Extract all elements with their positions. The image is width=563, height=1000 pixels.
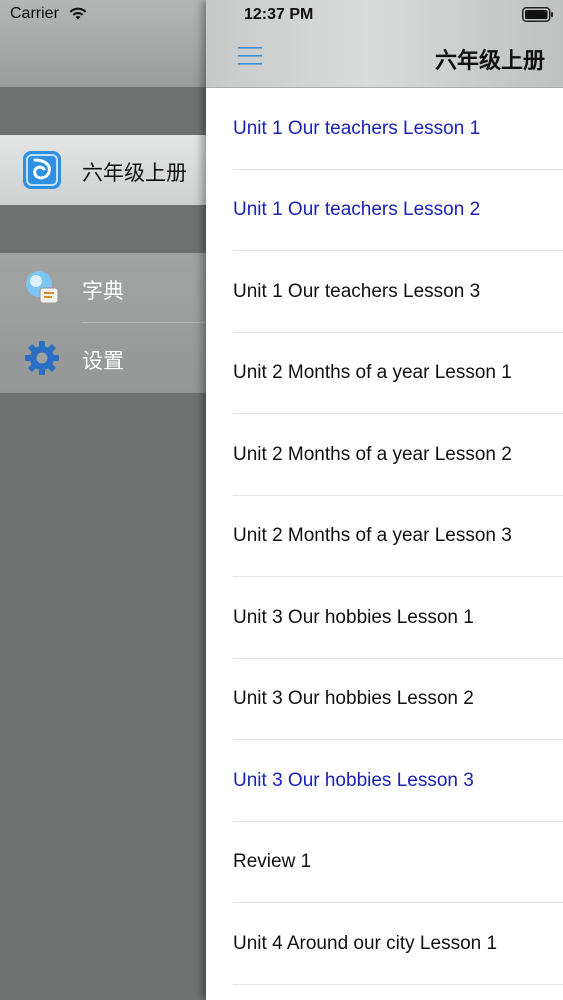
lesson-row[interactable]: Unit 3 Our hobbies Lesson 2 — [206, 659, 563, 741]
lesson-row[interactable]: Review 1 — [206, 822, 563, 904]
lesson-row[interactable]: Unit 1 Our teachers Lesson 1 — [206, 88, 563, 170]
gear-icon — [25, 341, 59, 375]
wifi-icon — [69, 7, 87, 20]
lesson-list: Unit 1 Our teachers Lesson 1 Unit 1 Our t… — [206, 88, 563, 985]
hamburger-icon[interactable] — [238, 45, 262, 67]
lesson-row[interactable]: Unit 3 Our hobbies Lesson 3 — [206, 740, 563, 822]
lesson-row[interactable]: Unit 3 Our hobbies Lesson 1 — [206, 577, 563, 659]
lesson-row[interactable]: Unit 2 Months of a year Lesson 1 — [206, 333, 563, 415]
carrier-label: Carrier — [10, 5, 59, 22]
lesson-row[interactable]: Unit 2 Months of a year Lesson 3 — [206, 496, 563, 578]
side-menu-label: 设置 — [82, 349, 124, 373]
side-menu: Carrier 六年级上册 字典 设置 — [0, 0, 206, 1000]
main-panel: 12:37 PM 六年级上册 Unit 1 Our teachers Lesso… — [206, 0, 563, 1000]
lesson-row[interactable]: Unit 2 Months of a year Lesson 2 — [206, 414, 563, 496]
battery-icon — [522, 7, 553, 22]
status-time: 12:37 PM — [244, 6, 314, 23]
navigation-bar: 12:37 PM 六年级上册 — [206, 0, 563, 88]
status-bar-left: Carrier — [0, 0, 206, 30]
dictionary-icon — [26, 271, 59, 304]
side-menu-label: 字典 — [82, 279, 124, 303]
lesson-row[interactable]: Unit 4 Around our city Lesson 1 — [206, 903, 563, 985]
side-menu-item-settings[interactable]: 设置 — [0, 323, 206, 393]
book-app-icon — [23, 151, 61, 189]
lesson-row[interactable]: Unit 1 Our teachers Lesson 3 — [206, 251, 563, 333]
side-menu-item-grade6[interactable]: 六年级上册 — [0, 135, 206, 205]
side-menu-label: 六年级上册 — [82, 161, 187, 185]
side-menu-item-dictionary[interactable]: 字典 — [0, 253, 206, 323]
lesson-row[interactable]: Unit 1 Our teachers Lesson 2 — [206, 170, 563, 252]
page-title: 六年级上册 — [434, 49, 545, 74]
